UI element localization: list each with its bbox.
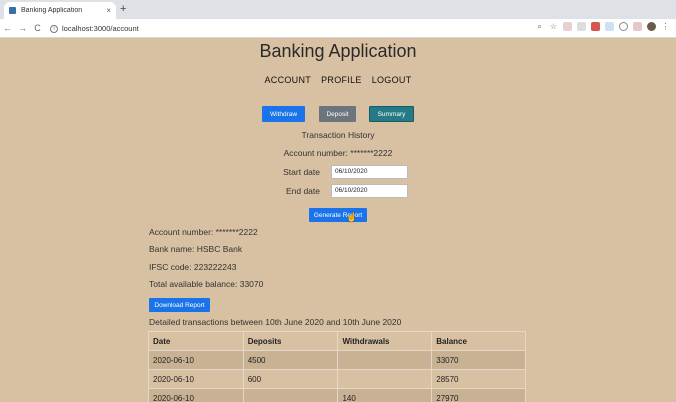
end-date-label: End date: [285, 186, 320, 196]
table-cell: 4500: [242, 350, 339, 370]
table-cell: 27970: [431, 388, 526, 402]
extension-icon[interactable]: [563, 22, 572, 31]
summary-button[interactable]: Summary: [369, 106, 414, 122]
action-buttons: Withdraw Deposit Summary: [0, 106, 676, 122]
browser-tab[interactable]: Banking Application ×: [4, 2, 116, 19]
column-header: Date: [148, 331, 244, 351]
address-bar[interactable]: i localhost:3000/account: [50, 21, 490, 36]
page: Banking Application ACCOUNT PROFILE LOGO…: [0, 38, 676, 402]
table-row: 2020-06-10 600 28570: [148, 369, 526, 389]
extension-icon[interactable]: [619, 22, 628, 31]
extension-icons: ⌕ ☆ ⋮: [535, 22, 670, 31]
report-account: Account number: *******2222: [149, 227, 258, 237]
info-icon[interactable]: i: [50, 24, 58, 33]
account-number-line: Account number: *******2222: [0, 148, 676, 158]
start-date-input[interactable]: 06/10/2020: [331, 165, 408, 179]
extension-icon[interactable]: [591, 22, 600, 31]
table-cell: 2020-06-10: [148, 369, 244, 389]
table-cell: 28570: [431, 369, 526, 389]
close-icon[interactable]: ×: [106, 6, 111, 15]
menu-icon[interactable]: ⋮: [661, 22, 670, 31]
section-title: Transaction History: [301, 130, 375, 140]
app-title: Banking Application: [259, 41, 417, 61]
star-icon[interactable]: ☆: [549, 22, 558, 31]
table-row: 2020-06-10 140 27970: [148, 388, 526, 402]
zoom-icon[interactable]: ⌕: [535, 22, 544, 31]
reload-icon[interactable]: C: [30, 23, 45, 33]
column-header: Withdrawals: [337, 331, 433, 351]
start-date-row: Start date 06/10/2020: [0, 165, 676, 179]
report-ifsc: IFSC code: 223222243: [149, 262, 237, 272]
forward-icon[interactable]: →: [15, 23, 30, 33]
withdraw-button[interactable]: Withdraw: [262, 106, 305, 122]
browser-toolbar: ← → C i localhost:3000/account ⌕ ☆ ⋮: [0, 19, 676, 38]
avatar[interactable]: [647, 22, 656, 31]
end-date-input[interactable]: 06/10/2020: [331, 184, 408, 198]
end-date-row: End date 06/10/2020: [0, 184, 676, 198]
extension-icon[interactable]: [577, 22, 586, 31]
new-tab-icon[interactable]: +: [120, 3, 126, 15]
tab-title: Banking Application: [21, 7, 83, 14]
nav-profile[interactable]: PROFILE: [321, 75, 362, 85]
download-report-button[interactable]: Download Report: [149, 298, 210, 312]
detail-title: Detailed transactions between 10th June …: [149, 317, 402, 327]
main-nav: ACCOUNT PROFILE LOGOUT: [0, 75, 676, 85]
nav-logout[interactable]: LOGOUT: [372, 75, 412, 85]
start-date-label: Start date: [283, 167, 320, 177]
nav-account[interactable]: ACCOUNT: [264, 75, 311, 85]
hand-cursor-icon: ☝: [346, 212, 358, 222]
transactions-table: Date Deposits Withdrawals Balance 2020-0…: [148, 331, 526, 402]
tab-strip: Banking Application × +: [0, 0, 676, 19]
table-cell: 140: [337, 388, 433, 402]
table-cell: 2020-06-10: [148, 388, 244, 402]
account-number-label: Account number:: [283, 148, 348, 158]
extension-icon[interactable]: [605, 22, 614, 31]
table-cell: [337, 350, 433, 370]
table-cell: [337, 369, 433, 389]
account-number-value: *******2222: [350, 148, 393, 158]
url-text: localhost:3000/account: [62, 24, 139, 33]
table-row: 2020-06-10 4500 33070: [148, 350, 526, 370]
report-bank: Bank name: HSBC Bank: [149, 244, 243, 254]
back-icon[interactable]: ←: [0, 23, 15, 33]
column-header: Deposits: [242, 331, 339, 351]
extension-icon[interactable]: [633, 22, 642, 31]
favicon-icon: [9, 7, 16, 14]
table-cell: 600: [242, 369, 339, 389]
browser-chrome: Banking Application × + ← → C i localhos…: [0, 0, 676, 38]
column-header: Balance: [431, 331, 526, 351]
report-balance: Total available balance: 33070: [149, 279, 264, 289]
table-cell: 33070: [431, 350, 526, 370]
table-cell: 2020-06-10: [148, 350, 244, 370]
table-cell: [242, 388, 339, 402]
table-header-row: Date Deposits Withdrawals Balance: [148, 331, 526, 351]
generate-report-button[interactable]: Generate Report: [309, 208, 367, 222]
deposit-button[interactable]: Deposit: [319, 106, 356, 122]
